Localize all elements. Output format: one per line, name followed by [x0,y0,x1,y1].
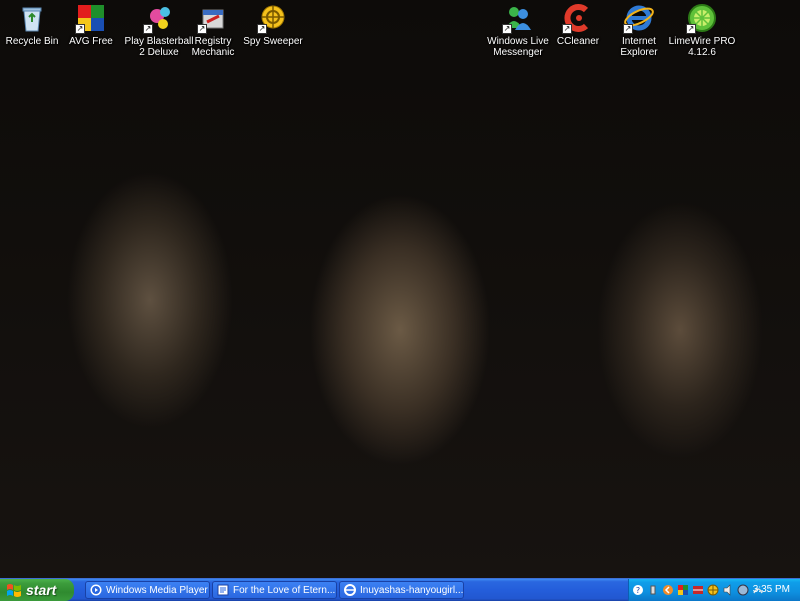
taskbar: start Windows Media Player For the Love … [0,578,800,601]
registry-mechanic-icon: ↗ [197,2,229,34]
limewire-icon: ↗ [686,2,718,34]
blasterball-icon: ↗ [143,2,175,34]
desktop-icon-label: LimeWire PRO 4.12.6 [668,36,736,58]
desktop-icon-label: Registry Mechanic [191,36,235,58]
shortcut-arrow-icon: ↗ [686,24,696,34]
desktop-icon-label: AVG Free [69,36,113,47]
network-icon[interactable] [647,584,659,596]
shortcut-arrow-icon: ↗ [623,24,633,34]
help-icon[interactable]: ? [632,584,644,596]
desktop-icon-spy-sweeper[interactable]: ↗ Spy Sweeper [235,2,311,47]
desktop-wallpaper [0,0,800,578]
shortcut-arrow-icon: ↗ [257,24,267,34]
internet-explorer-icon: ↗ [623,2,655,34]
system-tray: ? 3:35 PM [628,579,800,601]
shortcut-arrow-icon: ↗ [143,24,153,34]
shortcut-arrow-icon: ↗ [197,24,207,34]
firewall-icon[interactable] [692,584,704,596]
spyware-icon[interactable] [737,584,749,596]
shortcut-arrow-icon: ↗ [502,24,512,34]
taskbar-button-label: For the Love of Etern... [233,584,336,596]
taskbar-button-label: Windows Media Player [106,584,208,596]
desktop-icon-limewire-pro[interactable]: ↗ LimeWire PRO 4.12.6 [664,2,740,58]
clock[interactable]: 3:35 PM [753,584,790,595]
desktop-icon-label: Internet Explorer [620,36,658,58]
desktop-icon-label: Recycle Bin [5,36,59,47]
start-button[interactable]: start [0,579,74,601]
windows-logo-icon [7,584,21,597]
taskbar-button-media-player[interactable]: Windows Media Player [85,581,210,599]
shortcut-arrow-icon: ↗ [562,24,572,34]
shortcut-arrow-icon: ↗ [75,24,85,34]
back-icon[interactable] [662,584,674,596]
svg-text:?: ? [636,586,640,595]
globe-icon[interactable] [707,584,719,596]
speaker-icon[interactable] [722,584,734,596]
avg-tray-icon[interactable] [677,584,689,596]
desktop-icon-label: Spy Sweeper [243,36,303,47]
desktop-icon-label: CCleaner [556,36,600,47]
taskbar-button-label: Inuyashas-hanyougirl... [360,584,463,596]
avg-icon: ↗ [75,2,107,34]
ccleaner-icon: ↗ [562,2,594,34]
desktop-icon-avg-free[interactable]: ↗ AVG Free [53,2,129,47]
taskbar-button-browser[interactable]: Inuyashas-hanyougirl... [339,581,464,599]
taskbar-button-document[interactable]: For the Love of Etern... [212,581,337,599]
media-player-icon [90,584,102,596]
browser-icon [344,584,356,596]
messenger-icon: ↗ [502,2,534,34]
recycle-bin-icon [16,2,48,34]
document-icon [217,584,229,596]
start-label: start [26,582,57,598]
spy-sweeper-icon: ↗ [257,2,289,34]
